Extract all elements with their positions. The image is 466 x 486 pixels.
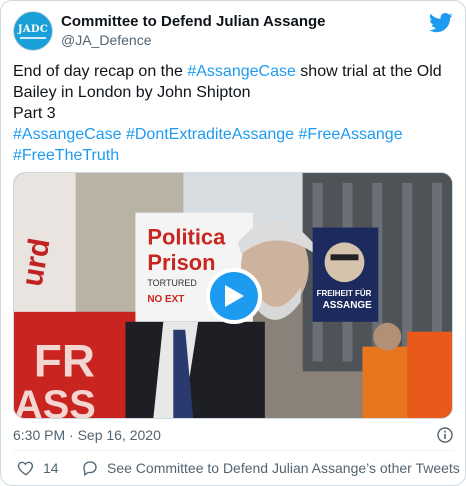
author-handle[interactable]: @JA_Defence (61, 31, 326, 50)
video-player[interactable]: urd FR ASS Politica Prison TORTURED NO E… (13, 172, 453, 419)
info-icon[interactable] (437, 427, 453, 443)
tweet-text-start: End of day recap on the (13, 63, 188, 80)
hashtag-link[interactable]: #AssangeCase (13, 126, 122, 143)
tweet-meta: 6:30 PM · Sep 16, 2020 (13, 427, 453, 447)
red-banner-text: FR (34, 335, 95, 386)
person-orange-2 (407, 331, 452, 418)
author-name[interactable]: Committee to Defend Julian Assange (61, 12, 326, 31)
person-orange (362, 346, 413, 418)
sign-right-line2: ASSANGE (323, 300, 373, 311)
hashtag-link[interactable]: #AssangeCase (187, 63, 296, 80)
tweet-text: End of day recap on the #AssangeCase sho… (13, 61, 453, 166)
poster-face (324, 242, 365, 283)
twitter-bird-icon[interactable] (429, 13, 453, 33)
sign-left-line2: Prison (147, 250, 215, 275)
sign-left-small1: TORTURED (147, 278, 197, 288)
sign-left-line1: Politica (147, 224, 226, 249)
see-other-tweets-label: See Committee to Defend Julian Assange’s… (107, 460, 460, 476)
reply-bubble-icon (83, 461, 97, 477)
person-head (373, 322, 402, 351)
hashtag-link[interactable]: #FreeTheTruth (13, 147, 119, 164)
like-button[interactable]: 14 (17, 459, 59, 477)
see-other-tweets-link[interactable]: See Committee to Defend Julian Assange’s… (81, 459, 460, 477)
tweet-header: JADC Committee to Defend Julian Assange … (13, 11, 453, 51)
avatar-label: JADC (17, 23, 49, 35)
avatar-line (20, 36, 46, 39)
hashtag-link[interactable]: #DontExtraditeAssange (126, 126, 294, 143)
sign-left-small2: NO EXT (147, 294, 184, 305)
tweet-card[interactable]: JADC Committee to Defend Julian Assange … (0, 0, 466, 486)
tweet-part-label: Part 3 (13, 105, 56, 122)
sign-right-line1: FREIHEIT FÜR (317, 289, 372, 298)
like-count: 14 (43, 460, 59, 476)
play-button[interactable] (206, 268, 262, 324)
hashtag-link[interactable]: #FreeAssange (299, 126, 403, 143)
tweet-actions: 14 See Committee to Defend Julian Assang… (13, 459, 460, 479)
avatar[interactable]: JADC (13, 11, 53, 51)
poster-glasses (330, 254, 359, 261)
author-block[interactable]: Committee to Defend Julian Assange @JA_D… (61, 12, 326, 50)
play-icon (225, 285, 244, 307)
divider (13, 450, 453, 451)
heart-icon (17, 461, 34, 476)
timestamp[interactable]: 6:30 PM · Sep 16, 2020 (13, 427, 161, 443)
red-banner-text-2: ASS (14, 383, 96, 418)
